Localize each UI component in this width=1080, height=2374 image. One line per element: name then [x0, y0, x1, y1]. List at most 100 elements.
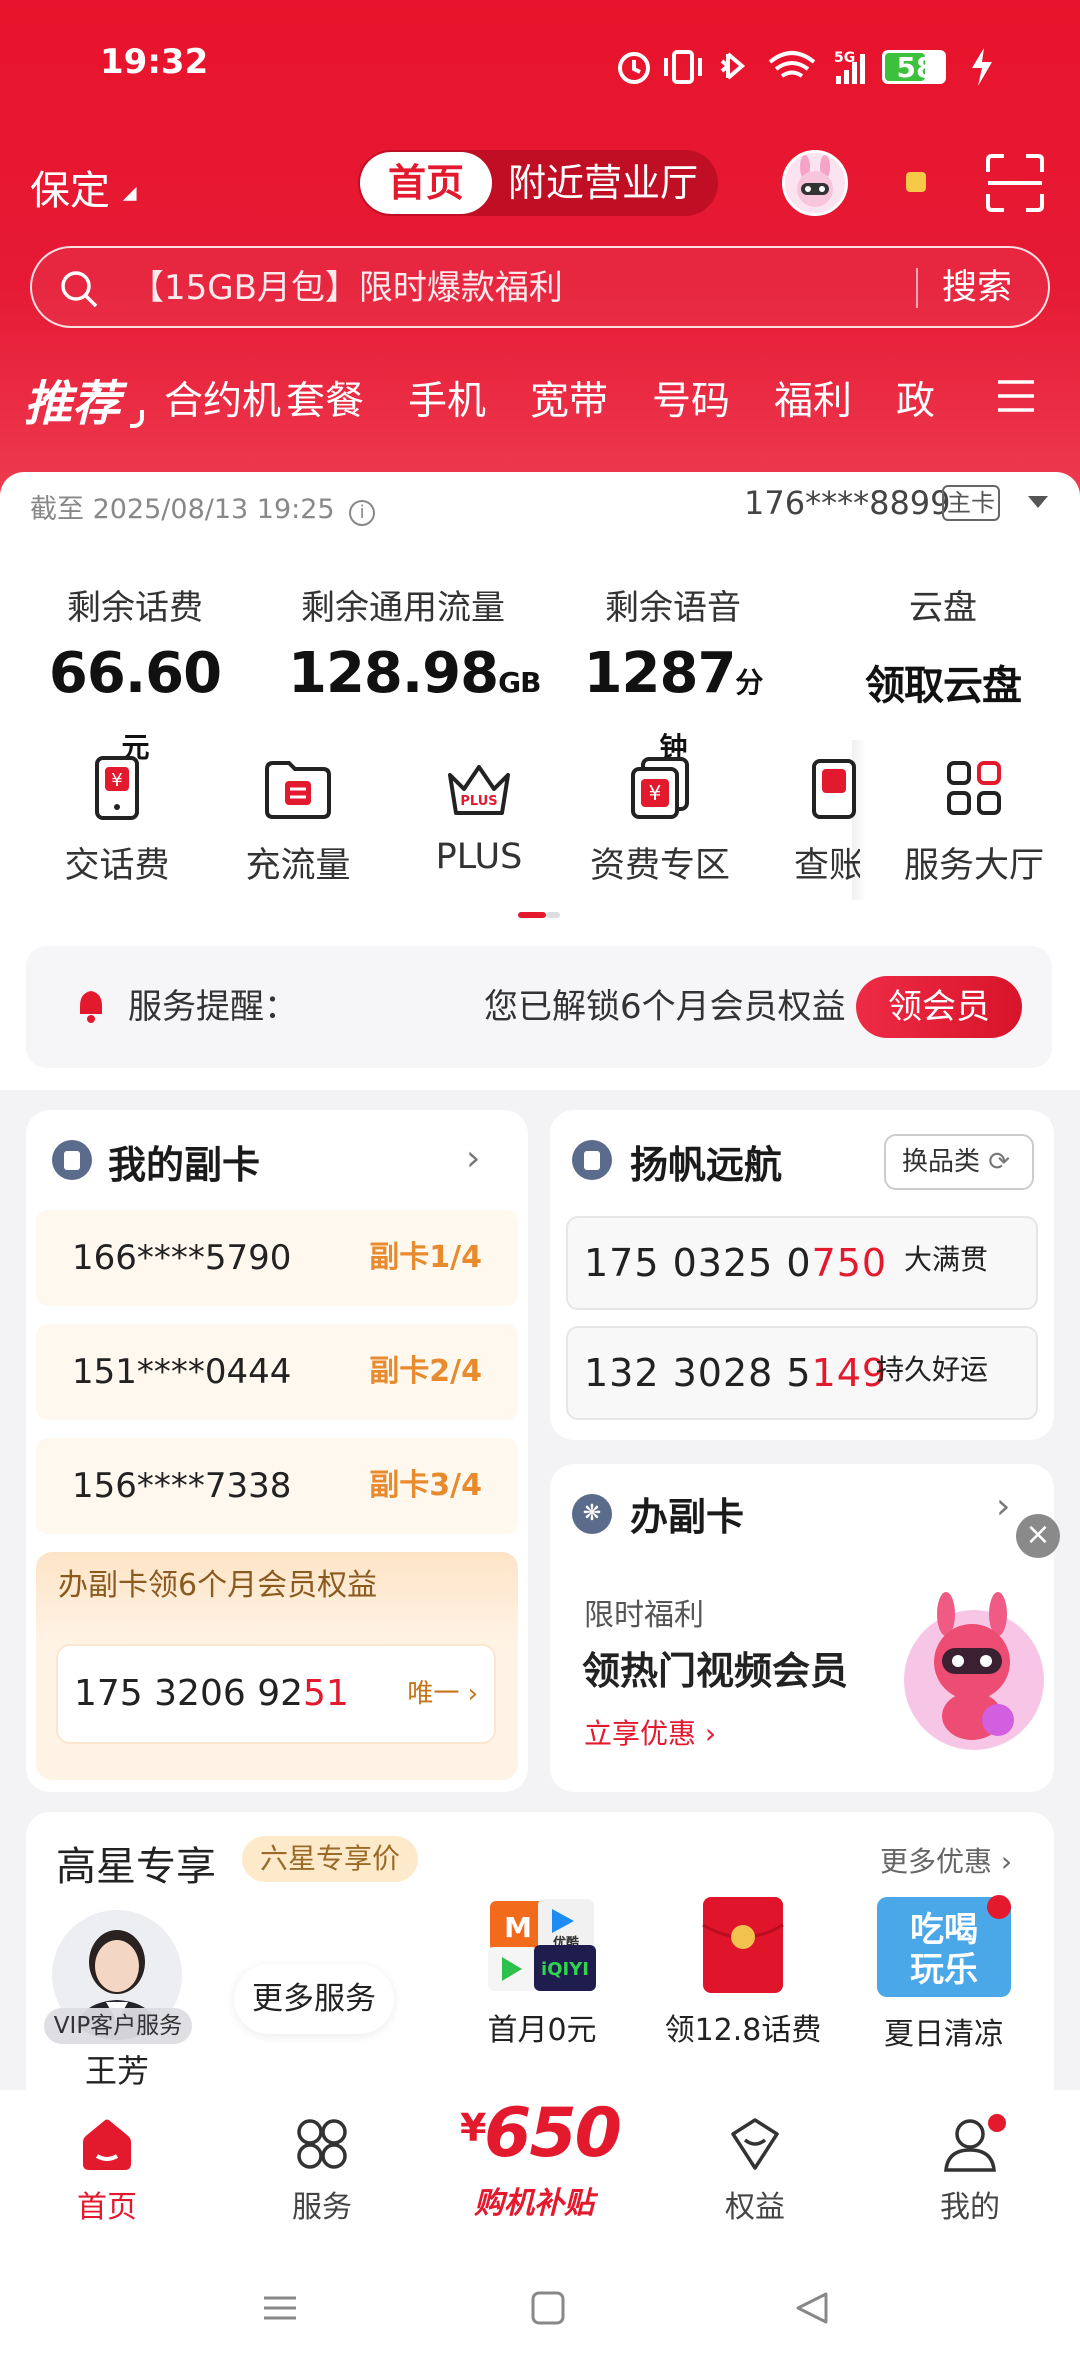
sub-cards-chevron-icon[interactable]: › — [466, 1138, 480, 1179]
home-nearby-toggle[interactable]: 首页 附近营业厅 — [358, 150, 718, 216]
product-summer[interactable]: 吃喝 玩乐 夏日清凉 — [864, 1895, 1024, 2053]
product-summer-label: 夏日清凉 — [884, 2017, 1004, 2052]
service-reminder-bar[interactable]: 服务提醒： 您已解锁6个月会员权益 领会员 — [26, 946, 1052, 1068]
tab-plans[interactable]: 套餐 — [286, 370, 408, 426]
six-star-badge: 六星专享价 — [242, 1836, 419, 1882]
offer-tag-label: 唯一 — [407, 1679, 460, 1709]
lucky-number: 132 3028 5149 — [584, 1328, 887, 1418]
switch-category-button[interactable]: 换品类 ⟳ — [884, 1134, 1034, 1190]
bell-icon — [80, 991, 102, 1023]
balance-data[interactable]: 剩余通用流量 128.98GB — [288, 580, 541, 706]
nav-service[interactable]: 服务 — [222, 2116, 422, 2226]
search-bar[interactable]: 【15GB月包】限时爆款福利 搜索 — [30, 246, 1050, 328]
action-service-hall[interactable]: 服务大厅 — [874, 755, 1074, 888]
balance-voice-value: 1287 — [583, 641, 737, 706]
sub-card-promo[interactable]: 办副卡领6个月会员权益 175 3206 9251 唯一 › — [36, 1552, 518, 1780]
sim-card-icon — [52, 1140, 92, 1180]
apply-card-card[interactable]: ❋ 办副卡 › 限时福利 领热门视频会员 立享优惠 › — [550, 1464, 1054, 1792]
mascot-avatar[interactable] — [782, 150, 848, 216]
video-apps-icon: M 优酷 iQIYI — [488, 1899, 596, 1991]
back-icon[interactable] — [794, 2290, 830, 2330]
lucky-number-prefix: 175 0325 0 — [584, 1241, 812, 1285]
lucky-number-row[interactable]: 175 0325 0750 大满贯 — [566, 1216, 1038, 1310]
nav-purchase-subsidy[interactable]: ¥ 650 购机补贴 — [454, 2094, 624, 2221]
sub-card-number: 151****0444 — [72, 1352, 292, 1392]
mascot-illustration — [886, 1584, 1046, 1754]
sub-card-number: 156****7338 — [72, 1466, 292, 1506]
action-plus[interactable]: PLUS PLUS — [379, 755, 579, 877]
battery-level: 58 — [896, 51, 936, 84]
action-plan-zone[interactable]: ¥ 资费专区 — [560, 755, 760, 888]
reminder-text: 您已解锁6个月会员权益 — [484, 987, 846, 1027]
action-service-hall-label: 服务大厅 — [903, 846, 1044, 886]
actions-fade-divider — [852, 740, 866, 900]
close-icon[interactable]: × — [1016, 1514, 1060, 1558]
subsidy-currency: ¥ — [460, 2106, 487, 2150]
action-pay-bill[interactable]: ¥ 交话费 — [17, 755, 217, 888]
sub-card-row[interactable]: 156****7338 副卡3/4 — [36, 1438, 518, 1534]
crown-icon: PLUS — [448, 765, 510, 815]
sub-cards-title[interactable]: 我的副卡 — [108, 1134, 260, 1189]
sub-card-row[interactable]: 166****5790 副卡1/4 — [36, 1210, 518, 1306]
tab-menu-icon[interactable] — [996, 376, 1036, 416]
search-placeholder: 【15GB月包】限时爆款福利 — [130, 268, 563, 308]
sub-card-offer[interactable]: 175 3206 9251 唯一 › — [56, 1644, 496, 1744]
balance-voice[interactable]: 剩余语音 1287分钟 — [578, 580, 768, 771]
action-plan-zone-label: 资费专区 — [589, 846, 730, 886]
info-icon[interactable]: i — [349, 500, 376, 526]
gift-icon[interactable] — [906, 172, 926, 192]
charging-icon — [972, 48, 992, 86]
recents-icon[interactable] — [262, 2290, 298, 2330]
balance-cloud[interactable]: 云盘 领取云盘 — [838, 580, 1048, 711]
sub-card-row[interactable]: 151****0444 副卡2/4 — [36, 1324, 518, 1420]
apply-card-subtitle: 限时福利 — [584, 1598, 704, 1633]
action-check-bill[interactable]: 查账 — [770, 755, 860, 888]
sub-card-number: 166****5790 — [72, 1238, 292, 1278]
claim-membership-button[interactable]: 领会员 — [856, 976, 1022, 1038]
lucky-number-prefix: 132 3028 5 — [584, 1351, 812, 1395]
sub-card-offer-tag: 唯一 › — [407, 1646, 478, 1742]
balance-data-value: 128.98 — [288, 641, 499, 706]
city-selector[interactable]: 保定 ◢ — [30, 158, 137, 216]
action-top-up-data[interactable]: 充流量 — [198, 755, 398, 888]
toggle-nearby-store[interactable]: 附近营业厅 — [508, 150, 698, 216]
reminder-label: 服务提醒： — [128, 987, 298, 1027]
balance-fee[interactable]: 剩余话费 66.60元 — [40, 580, 230, 771]
toggle-home[interactable]: 首页 — [360, 152, 492, 214]
tab-benefits[interactable]: 福利 — [774, 370, 896, 426]
tab-numbers[interactable]: 号码 — [652, 370, 774, 426]
apply-card-link[interactable]: 立享优惠 › — [584, 1712, 716, 1752]
nav-mine[interactable]: 我的 — [870, 2116, 1070, 2226]
tab-broadband[interactable]: 宽带 — [530, 370, 652, 426]
nav-mine-label: 我的 — [940, 2190, 1000, 2225]
as-of-time: 截至 2025/08/13 19:25 i — [30, 487, 376, 526]
offer-number-prefix: 175 3206 92 — [74, 1673, 304, 1714]
sub-card-tag: 副卡3/4 — [369, 1468, 482, 1503]
tab-recommend[interactable]: 推荐 — [24, 364, 120, 434]
balance-fee-title: 剩余话费 — [67, 588, 203, 628]
scan-icon[interactable] — [984, 152, 1046, 214]
tab-contract-phone[interactable]: 合约机 — [164, 370, 286, 426]
more-offers-link[interactable]: 更多优惠 › — [880, 1840, 1012, 1880]
nav-home[interactable]: 首页 — [7, 2116, 207, 2226]
search-divider — [916, 268, 918, 308]
product-video-member-label: 首月0元 — [487, 2013, 597, 2048]
offer-number-suffix: 51 — [303, 1673, 349, 1714]
account-phone[interactable]: 176****8899 — [744, 484, 951, 522]
balance-voice-title: 剩余语音 — [605, 588, 741, 628]
tab-policy[interactable]: 政 — [896, 370, 956, 426]
tab-phones[interactable]: 手机 — [408, 370, 530, 426]
home-button-icon[interactable] — [530, 2290, 566, 2330]
lucky-numbers-title[interactable]: 扬帆远航 — [630, 1134, 782, 1189]
nav-service-label: 服务 — [292, 2190, 352, 2225]
search-button[interactable]: 搜索 — [942, 248, 1012, 328]
refresh-icon: ⟳ — [988, 1147, 1011, 1177]
product-video-member[interactable]: M 优酷 iQIYI 首月0元 — [462, 1895, 622, 2049]
nav-benefits[interactable]: 权益 — [655, 2116, 855, 2226]
lucky-number-row[interactable]: 132 3028 5149 持久好运 — [566, 1326, 1038, 1420]
svg-text:M: M — [504, 1911, 532, 1944]
product-phone-credit[interactable]: 领12.8话费 — [663, 1895, 823, 2049]
more-service-button[interactable]: 更多服务 — [234, 1964, 394, 2034]
account-dropdown-icon[interactable] — [1028, 496, 1048, 508]
apply-card-chevron-icon[interactable]: › — [996, 1486, 1010, 1527]
